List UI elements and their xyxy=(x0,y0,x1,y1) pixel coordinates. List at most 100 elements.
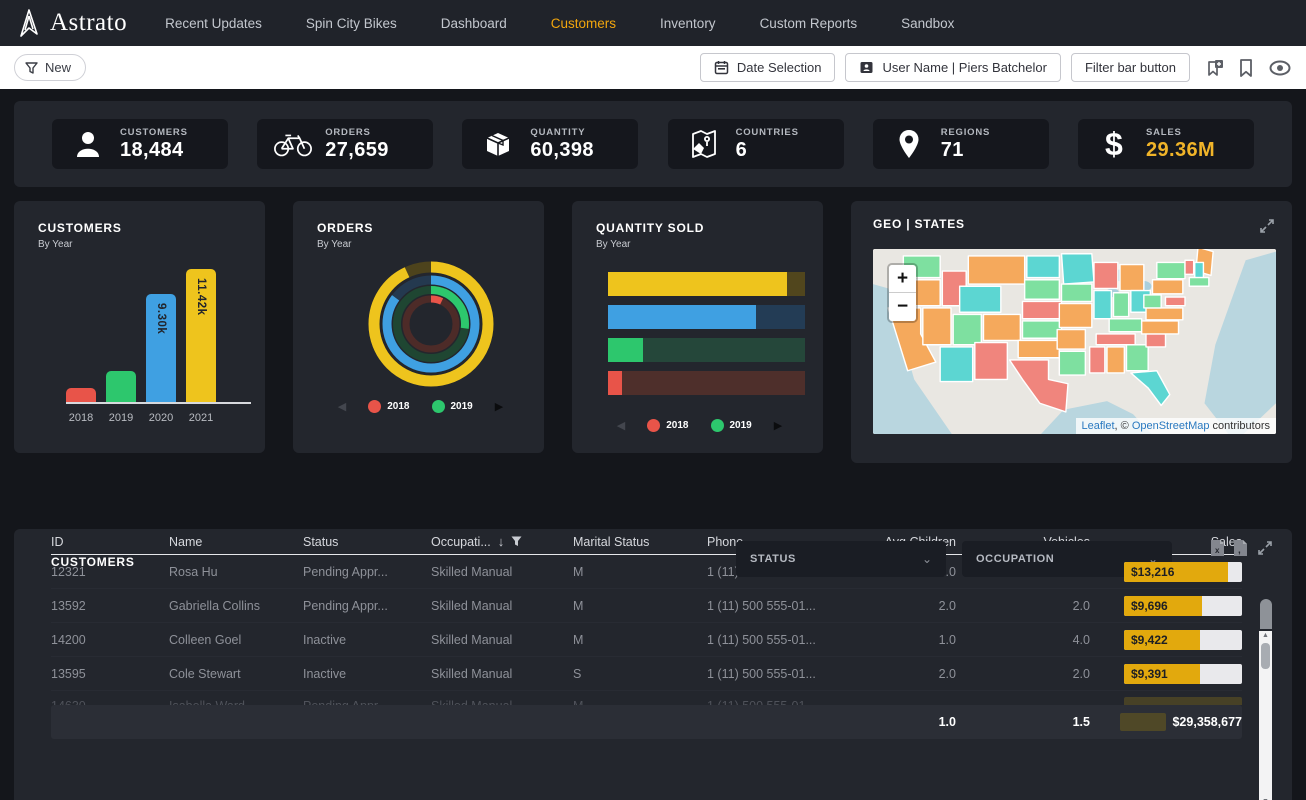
col-marital-status[interactable]: Marital Status xyxy=(573,535,707,549)
bar-2021[interactable]: 11.42k xyxy=(186,269,216,402)
kpi-sales: $ SALES 29.36M xyxy=(1078,119,1254,169)
col-occupation[interactable]: Occupati... ↓ xyxy=(431,534,573,549)
col-name[interactable]: Name xyxy=(169,535,303,549)
new-filter-button[interactable]: New xyxy=(14,54,86,81)
kpi-label: SALES xyxy=(1146,127,1215,138)
sales-bar: $9,422 xyxy=(1124,630,1242,650)
table-actions: x , xyxy=(1210,539,1274,557)
kpi-label: COUNTRIES xyxy=(736,127,799,138)
zoom-out-button[interactable]: − xyxy=(889,293,916,321)
map-attribution: Leaflet, © OpenStreetMap contributors xyxy=(1076,418,1277,434)
bookmark-add-icon[interactable] xyxy=(1204,58,1224,78)
expand-icon[interactable] xyxy=(1256,539,1274,557)
hbar-2020[interactable] xyxy=(608,305,805,329)
export-csv-icon[interactable]: , xyxy=(1233,539,1248,557)
filter-toolbar: New Date Selection User Name | Piers Bat… xyxy=(0,46,1306,89)
scrollbar-track[interactable]: ▲ ▼ xyxy=(1259,631,1272,800)
expand-icon[interactable] xyxy=(1258,217,1276,235)
nav-item-recent-updates[interactable]: Recent Updates xyxy=(165,16,262,31)
hbar-2021[interactable] xyxy=(608,272,805,296)
legend-item-2019[interactable]: 2019 xyxy=(432,400,473,413)
nav-item-inventory[interactable]: Inventory xyxy=(660,16,716,31)
folded-map-icon xyxy=(684,129,724,159)
export-xlsx-icon[interactable]: x xyxy=(1210,539,1225,557)
bar-2020[interactable]: 9.30k xyxy=(146,294,176,402)
hbar-chart xyxy=(608,272,805,395)
chart-legend: ◀ 2018 2019 ▶ xyxy=(596,419,823,432)
kpi-countries: COUNTRIES 6 xyxy=(668,119,844,169)
openstreetmap-link[interactable]: OpenStreetMap xyxy=(1132,420,1210,432)
donut-chart[interactable] xyxy=(317,258,544,390)
legend-item-2019[interactable]: 2019 xyxy=(711,419,752,432)
kpi-quantity: QUANTITY 60,398 xyxy=(462,119,638,169)
table-row[interactable]: 13595 Cole Stewart Inactive Skilled Manu… xyxy=(51,657,1242,691)
table-row[interactable]: 13592 Gabriella Collins Pending Appr... … xyxy=(51,589,1242,623)
map-zoom-control: + − xyxy=(887,263,918,323)
bookmark-icon[interactable] xyxy=(1238,58,1254,78)
x-axis-ticks: 2018 2019 2020 2021 xyxy=(66,412,251,424)
bar-2018[interactable] xyxy=(66,388,96,402)
kpi-section: CUSTOMERS 18,484 ORDERS 27,659 xyxy=(14,101,1292,187)
scrollbar-thumb[interactable] xyxy=(1260,599,1272,629)
date-selection-button[interactable]: Date Selection xyxy=(700,53,836,82)
kpi-value: 27,659 xyxy=(325,139,389,162)
chart-legend: ◀ 2018 2019 ▶ xyxy=(317,400,544,413)
customers-table-panel: CUSTOMERS STATUS ⌄ OCCUPATION ⌄ x , xyxy=(14,529,1292,800)
calendar-icon xyxy=(714,60,729,75)
kpi-value: 6 xyxy=(736,139,799,162)
nav-item-spin-city-bikes[interactable]: Spin City Bikes xyxy=(306,16,397,31)
bar-2019[interactable] xyxy=(106,371,136,402)
chart-subtitle: By Year xyxy=(596,239,823,250)
astrato-brand[interactable]: Astrato xyxy=(16,8,127,38)
brand-wordmark: Astrato xyxy=(50,9,127,37)
astrato-logo-icon xyxy=(16,8,42,38)
kpi-value: 71 xyxy=(941,139,990,162)
zoom-in-button[interactable]: + xyxy=(889,265,916,293)
location-pin-icon xyxy=(889,129,929,159)
leaflet-link[interactable]: Leaflet xyxy=(1082,420,1115,432)
total-vehicles: 1.5 xyxy=(956,715,1090,729)
hbar-2019[interactable] xyxy=(608,338,805,362)
leaflet-map[interactable]: + − Leaflet, © OpenStreetMap contributor… xyxy=(873,249,1276,434)
legend-next-arrow[interactable]: ▶ xyxy=(495,400,503,413)
user-name-button[interactable]: User Name | Piers Batchelor xyxy=(845,53,1061,82)
table-row[interactable]: 14200 Colleen Goel Inactive Skilled Manu… xyxy=(51,623,1242,657)
table-title: CUSTOMERS xyxy=(51,555,135,569)
chart-title: CUSTOMERS xyxy=(38,221,265,235)
svg-text:x: x xyxy=(1215,546,1220,555)
nav-item-customers[interactable]: Customers xyxy=(551,16,616,31)
legend-dot-red xyxy=(647,419,660,432)
column-filter-icon[interactable] xyxy=(511,536,522,547)
sales-bar: $9,391 xyxy=(1124,664,1242,684)
total-sales-swatch xyxy=(1120,713,1166,731)
sort-desc-icon[interactable]: ↓ xyxy=(498,534,505,549)
hbar-2018[interactable] xyxy=(608,371,805,395)
chart-subtitle: By Year xyxy=(317,239,544,250)
table-body: 12321 Rosa Hu Pending Appr... Skilled Ma… xyxy=(51,555,1242,705)
kpi-value: 29.36M xyxy=(1146,139,1215,162)
sales-bar: $9,696 xyxy=(1124,596,1242,616)
legend-dot-green xyxy=(711,419,724,432)
scroll-up-arrow[interactable]: ▲ xyxy=(1262,631,1269,641)
eye-icon[interactable] xyxy=(1268,59,1292,77)
col-id[interactable]: ID xyxy=(51,535,169,549)
status-filter-dropdown[interactable]: STATUS ⌄ xyxy=(736,541,946,577)
legend-next-arrow[interactable]: ▶ xyxy=(774,419,782,432)
total-sales: $29,358,677 xyxy=(1172,715,1242,729)
nav-item-sandbox[interactable]: Sandbox xyxy=(901,16,954,31)
bicycle-icon xyxy=(273,130,313,158)
legend-item-2018[interactable]: 2018 xyxy=(647,419,688,432)
legend-prev-arrow[interactable]: ◀ xyxy=(338,400,346,413)
legend-prev-arrow[interactable]: ◀ xyxy=(617,419,625,432)
nav-item-dashboard[interactable]: Dashboard xyxy=(441,16,507,31)
svg-text:,: , xyxy=(1238,545,1241,556)
col-status[interactable]: Status xyxy=(303,535,431,549)
table-row-partial[interactable]: 14630 Isabella Ward Pending Appr... Skil… xyxy=(51,691,1242,705)
nav-item-custom-reports[interactable]: Custom Reports xyxy=(760,16,858,31)
filter-bar-button[interactable]: Filter bar button xyxy=(1071,53,1190,82)
legend-item-2018[interactable]: 2018 xyxy=(368,400,409,413)
scrollbar-thumb[interactable] xyxy=(1261,643,1270,669)
kpi-label: QUANTITY xyxy=(530,127,594,138)
legend-dot-green xyxy=(432,400,445,413)
legend-dot-red xyxy=(368,400,381,413)
